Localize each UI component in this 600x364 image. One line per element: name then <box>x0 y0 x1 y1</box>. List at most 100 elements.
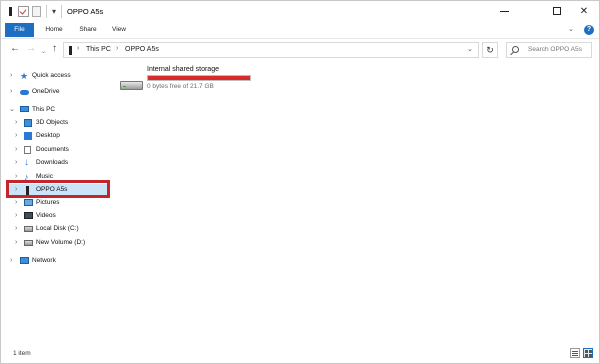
nav-item-3d-objects[interactable]: › 3D Objects <box>1 117 114 129</box>
nav-item-label: Documents <box>36 146 69 153</box>
nav-item-label: Local Disk (C:) <box>36 225 79 232</box>
nav-item-label: New Volume (D:) <box>36 239 86 246</box>
tab-view[interactable]: View <box>106 23 132 37</box>
properties-icon[interactable] <box>18 6 29 17</box>
maximize-icon <box>553 7 561 16</box>
storage-drive-icon <box>120 79 145 91</box>
search-placeholder: Search OPPO A5s <box>528 46 582 53</box>
chevron-down-icon[interactable]: ⌄ <box>467 45 473 53</box>
storage-usage-bar <box>147 75 251 81</box>
video-icon <box>24 212 33 219</box>
nav-item-label: Desktop <box>36 132 60 139</box>
nav-item-label: Pictures <box>36 199 60 206</box>
drive-icon <box>9 7 12 16</box>
forward-arrow-icon[interactable]: → <box>26 43 36 55</box>
nav-item-network[interactable]: › Network <box>1 255 114 267</box>
minimize-icon <box>499 10 509 12</box>
chevron-right-icon[interactable]: › <box>15 157 17 169</box>
highlight-box <box>6 180 110 198</box>
chevron-right-icon[interactable]: › <box>10 86 12 98</box>
ribbon-tabs: File Home Share View ⌄ ? <box>1 23 599 37</box>
refresh-button[interactable]: ↻ <box>482 42 498 58</box>
nav-item-new-volume-d[interactable]: › New Volume (D:) <box>1 237 114 249</box>
nav-item-documents[interactable]: › Documents <box>1 144 114 156</box>
address-row: ← → ⌄ ↑ › This PC › OPPO A5s ⌄ ↻ Search … <box>1 38 599 60</box>
window-title: OPPO A5s <box>67 7 104 16</box>
document-icon <box>24 146 31 154</box>
minimize-button[interactable] <box>488 1 520 23</box>
download-icon: ↓ <box>24 157 29 168</box>
content-area: Internal shared storage 0 bytes free of … <box>114 60 599 344</box>
nav-item-downloads[interactable]: › ↓ Downloads <box>1 157 114 169</box>
storage-name: Internal shared storage <box>147 66 219 73</box>
picture-icon <box>24 199 33 206</box>
storage-usage-fill <box>148 76 250 80</box>
divider <box>46 5 47 18</box>
customize-toolbar-icon[interactable]: ▾ <box>52 7 56 16</box>
nav-item-quick-access[interactable]: › ★ Quick access <box>1 70 114 82</box>
nav-item-videos[interactable]: › Videos <box>1 210 114 222</box>
nav-item-onedrive[interactable]: › OneDrive <box>1 86 114 98</box>
phone-icon <box>69 46 72 55</box>
large-icons-view-icon[interactable] <box>583 348 593 358</box>
chevron-right-icon[interactable]: › <box>116 45 118 52</box>
network-icon <box>20 257 29 264</box>
nav-item-label: Downloads <box>36 159 69 166</box>
chevron-right-icon[interactable]: › <box>15 237 17 249</box>
tab-share[interactable]: Share <box>73 23 103 37</box>
chevron-right-icon[interactable]: › <box>10 70 12 82</box>
explorer-window: ▾ OPPO A5s ✕ File Home Share View ⌄ ? ← … <box>0 0 600 364</box>
cube-icon <box>24 119 32 127</box>
nav-item-label: This PC <box>32 106 56 113</box>
back-arrow-icon[interactable]: ← <box>10 43 20 55</box>
close-button[interactable]: ✕ <box>568 1 600 23</box>
address-bar[interactable]: › This PC › OPPO A5s ⌄ <box>63 42 479 58</box>
computer-icon <box>20 106 29 112</box>
desktop-icon <box>24 132 32 140</box>
nav-item-label: OneDrive <box>32 88 60 95</box>
chevron-right-icon[interactable]: › <box>15 197 17 209</box>
nav-item-label: Quick access <box>32 72 71 79</box>
breadcrumb-oppo-a5s[interactable]: OPPO A5s <box>125 46 159 53</box>
nav-item-pictures[interactable]: › Pictures <box>1 197 114 209</box>
chevron-right-icon[interactable]: › <box>15 144 17 156</box>
search-input[interactable]: Search OPPO A5s <box>506 42 592 58</box>
nav-item-local-disk-c[interactable]: › Local Disk (C:) <box>1 223 114 235</box>
nav-item-desktop[interactable]: › Desktop <box>1 130 114 142</box>
chevron-down-icon[interactable]: ⌄ <box>568 25 574 33</box>
divider <box>61 5 62 18</box>
chevron-right-icon[interactable]: › <box>10 255 12 267</box>
nav-item-label: 3D Objects <box>36 119 69 126</box>
chevron-right-icon[interactable]: › <box>15 130 17 142</box>
breadcrumb-this-pc[interactable]: This PC <box>86 46 111 53</box>
chevron-right-icon[interactable]: › <box>15 117 17 129</box>
item-count: 1 item <box>13 350 31 357</box>
search-icon <box>512 46 519 53</box>
recent-locations-icon[interactable]: ⌄ <box>41 46 46 58</box>
navigation-pane: › ★ Quick access › OneDrive ⌄ This PC › … <box>1 60 114 344</box>
star-icon: ★ <box>20 71 29 81</box>
up-arrow-icon[interactable]: ↑ <box>52 43 57 55</box>
new-folder-icon[interactable] <box>32 6 41 17</box>
storage-info: 0 bytes free of 21.7 GB <box>147 83 214 90</box>
help-icon[interactable]: ? <box>584 25 594 35</box>
nav-item-this-pc[interactable]: ⌄ This PC <box>1 104 114 116</box>
details-view-icon[interactable] <box>570 348 580 358</box>
close-icon: ✕ <box>579 6 589 17</box>
disk-icon <box>24 226 33 232</box>
chevron-right-icon[interactable]: › <box>15 223 17 235</box>
title-bar: ▾ OPPO A5s ✕ <box>1 1 599 23</box>
cloud-icon <box>20 90 29 95</box>
chevron-down-icon[interactable]: ⌄ <box>9 104 15 116</box>
status-bar: 1 item <box>1 344 599 363</box>
tab-file[interactable]: File <box>5 23 34 37</box>
nav-item-label: Network <box>32 257 56 264</box>
tab-home[interactable]: Home <box>39 23 69 37</box>
music-icon: ♪ <box>24 172 29 182</box>
refresh-icon: ↻ <box>486 45 494 55</box>
chevron-right-icon[interactable]: › <box>77 45 79 52</box>
drive-light <box>123 86 126 87</box>
disk-icon <box>24 240 33 246</box>
nav-item-label: Videos <box>36 212 56 219</box>
chevron-right-icon[interactable]: › <box>15 210 17 222</box>
